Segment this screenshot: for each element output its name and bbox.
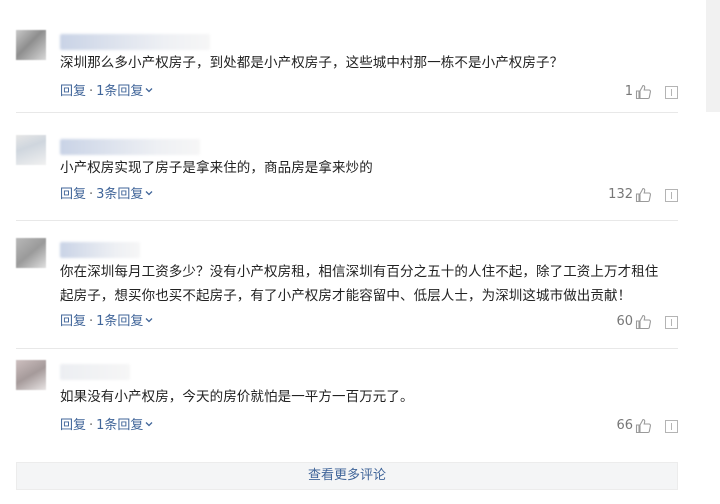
chevron-down-icon [145,318,153,323]
view-replies-button[interactable]: 1条回复 [96,314,153,329]
avatar[interactable] [16,238,46,268]
comment-item: 你在深圳每月工资多少？没有小产权房租，相信深圳有百分之五十的人住不起，除了工资上… [16,238,678,349]
view-replies-button[interactable]: 3条回复 [96,187,153,202]
thumbs-up-icon[interactable] [635,314,652,330]
reply-button[interactable]: 回复 [60,314,86,329]
reply-button[interactable]: 回复 [60,418,86,433]
comment-text: 小产权房实现了房子是拿来住的，商品房是拿来炒的 [60,160,373,176]
reply-button[interactable]: 回复 [60,187,86,202]
report-icon[interactable] [665,315,678,329]
thumbs-up-icon[interactable] [635,187,652,203]
chevron-down-icon [145,191,153,196]
separator-dot: · [89,84,94,99]
comment-actions: 回复 · 1条回复 [60,417,153,435]
scrollbar-track[interactable] [706,0,720,112]
avatar[interactable] [16,135,46,165]
thumbs-up-icon[interactable] [635,418,652,434]
comment-actions: 回复 · 1条回复 [60,83,153,101]
comment-stats: 60 [616,313,678,331]
avatar[interactable] [16,360,46,390]
chevron-down-icon [145,422,153,427]
chevron-down-icon [145,88,153,93]
view-replies-button[interactable]: 1条回复 [96,418,153,433]
report-icon[interactable] [665,419,678,433]
comment-item: 小产权房实现了房子是拿来住的，商品房是拿来炒的 回复 · 3条回复 132 [16,135,678,221]
comment-item: 如果没有小产权房，今天的房价就怕是一平方一百万元了。 回复 · 1条回复 66 [16,360,678,444]
load-more-comments-button[interactable]: 查看更多评论 [16,462,678,490]
separator-dot: · [89,314,94,329]
comment-actions: 回复 · 3条回复 [60,186,153,204]
comment-item: 深圳那么多小产权房子，到处都是小产权房子，这些城中村那一栋不是小产权房子？ 回复… [16,30,678,113]
avatar[interactable] [16,30,46,60]
replies-count-label: 1条回复 [96,418,144,433]
comment-stats: 132 [608,186,678,204]
view-replies-button[interactable]: 1条回复 [96,84,153,99]
replies-count-label: 1条回复 [96,314,144,329]
replies-count-label: 3条回复 [96,187,144,202]
username-blurred[interactable] [60,34,210,50]
comment-stats: 66 [616,417,678,435]
comment-actions: 回复 · 1条回复 [60,313,153,331]
separator-dot: · [89,418,94,433]
separator-dot: · [89,187,94,202]
comment-stats: 1 [625,83,678,101]
thumbs-up-icon[interactable] [635,84,652,100]
username-blurred[interactable] [60,364,130,380]
report-icon[interactable] [665,85,678,99]
replies-count-label: 1条回复 [96,84,144,99]
likes-count: 132 [608,187,633,202]
username-blurred[interactable] [60,242,140,258]
likes-count: 66 [616,418,633,433]
username-blurred[interactable] [60,139,200,155]
comment-text: 深圳那么多小产权房子，到处都是小产权房子，这些城中村那一栋不是小产权房子？ [60,55,564,71]
comment-text: 你在深圳每月工资多少？没有小产权房租，相信深圳有百分之五十的人住不起，除了工资上… [60,264,659,304]
likes-count: 1 [624,84,633,99]
comment-text: 如果没有小产权房，今天的房价就怕是一平方一百万元了。 [60,389,414,405]
likes-count: 60 [616,314,633,329]
report-icon[interactable] [665,188,678,202]
reply-button[interactable]: 回复 [60,84,86,99]
